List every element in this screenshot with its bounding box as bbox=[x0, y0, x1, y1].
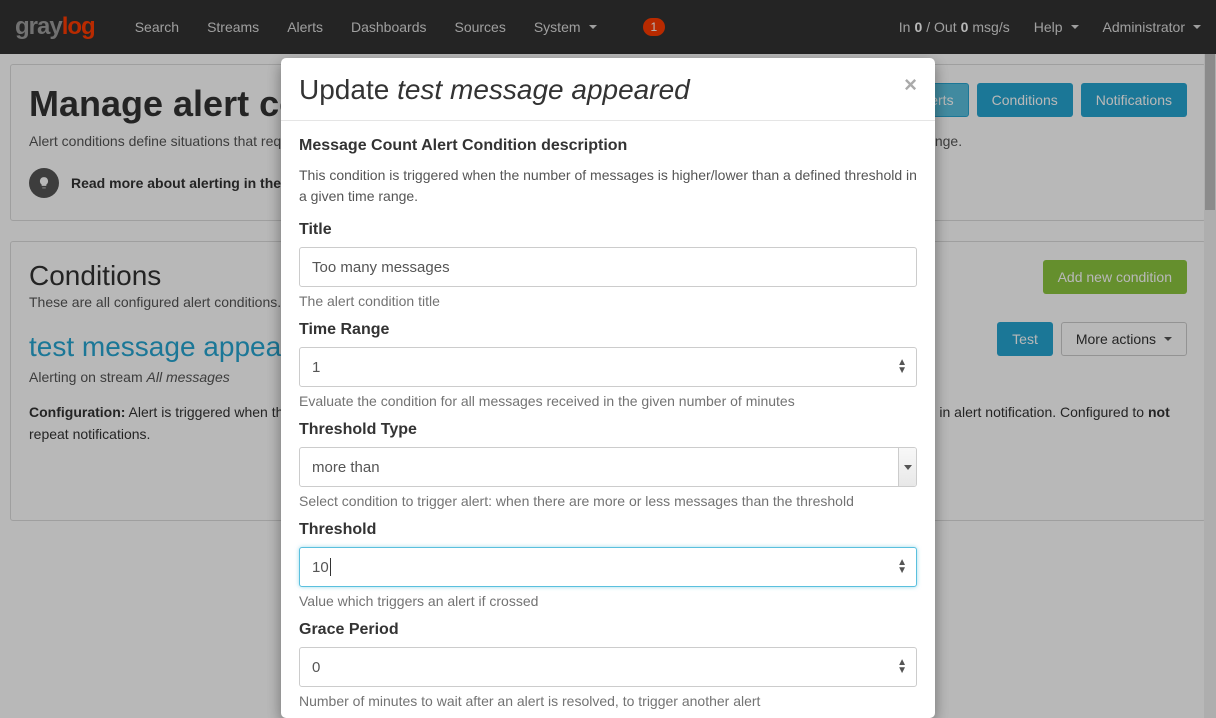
threshold-type-help: Select condition to trigger alert: when … bbox=[299, 493, 917, 509]
threshold-input[interactable]: 10 bbox=[299, 547, 917, 587]
field-time-range: Time Range ▲▼ Evaluate the condition for… bbox=[299, 321, 917, 409]
field-threshold-type: Threshold Type Select condition to trigg… bbox=[299, 421, 917, 509]
title-input[interactable] bbox=[299, 247, 917, 287]
threshold-type-label: Threshold Type bbox=[299, 421, 917, 439]
field-grace: Grace Period ▲▼ Number of minutes to wai… bbox=[299, 621, 917, 709]
field-title: Title The alert condition title bbox=[299, 221, 917, 309]
title-help: The alert condition title bbox=[299, 293, 917, 309]
threshold-type-select[interactable] bbox=[299, 447, 917, 487]
threshold-value-text: 10 bbox=[312, 559, 329, 576]
time-range-help: Evaluate the condition for all messages … bbox=[299, 393, 917, 409]
modal-title-prefix: Update bbox=[299, 74, 397, 105]
close-icon[interactable]: × bbox=[904, 74, 917, 96]
condition-description-title: Message Count Alert Condition descriptio… bbox=[299, 137, 917, 155]
threshold-help: Value which triggers an alert if crossed bbox=[299, 593, 917, 609]
time-range-label: Time Range bbox=[299, 321, 917, 339]
condition-description-text: This condition is triggered when the num… bbox=[299, 165, 917, 207]
text-cursor bbox=[330, 558, 331, 576]
threshold-label: Threshold bbox=[299, 521, 917, 539]
update-condition-modal: Update test message appeared × Message C… bbox=[281, 58, 935, 718]
modal-body: Message Count Alert Condition descriptio… bbox=[281, 121, 935, 718]
field-threshold: Threshold 10 ▲▼ Value which triggers an … bbox=[299, 521, 917, 609]
time-range-input[interactable] bbox=[299, 347, 917, 387]
grace-input[interactable] bbox=[299, 647, 917, 687]
modal-title-name: test message appeared bbox=[397, 74, 690, 105]
modal-title: Update test message appeared bbox=[299, 74, 690, 106]
grace-label: Grace Period bbox=[299, 621, 917, 639]
modal-header: Update test message appeared × bbox=[281, 58, 935, 121]
title-label: Title bbox=[299, 221, 917, 239]
grace-help: Number of minutes to wait after an alert… bbox=[299, 693, 917, 709]
dropdown-toggle-icon[interactable] bbox=[898, 448, 916, 486]
